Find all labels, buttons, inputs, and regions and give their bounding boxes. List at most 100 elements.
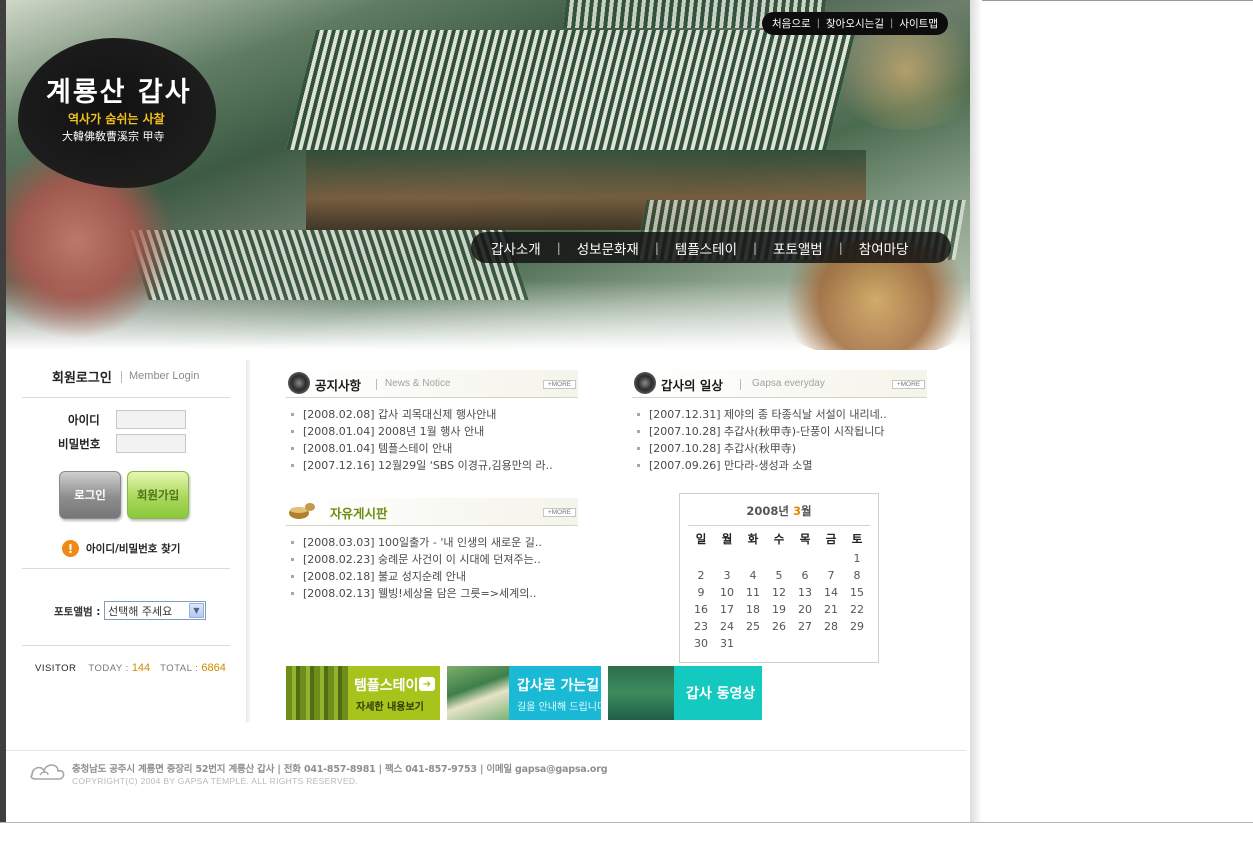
- calendar-day[interactable]: 6: [792, 567, 818, 584]
- separator: |: [556, 240, 561, 255]
- calendar-day[interactable]: 9: [688, 584, 714, 601]
- footer-email[interactable]: 이메일 gapsa@gapsa.org: [486, 764, 607, 775]
- list-item[interactable]: [2008.03.03] 100일출가 - '내 인생의 새로운 길..: [286, 534, 578, 551]
- directions-banner-sub: 길을 안내해 드립니다.: [517, 702, 601, 713]
- notice-more-button[interactable]: +MORE: [543, 380, 576, 389]
- photo-album-selected: 선택해 주세요: [108, 604, 173, 618]
- divider: [22, 568, 230, 569]
- list-item[interactable]: [2008.02.08] 갑사 괴목대신제 행사안내: [286, 406, 578, 423]
- id-input[interactable]: [116, 410, 186, 429]
- calendar-day[interactable]: 27: [792, 618, 818, 635]
- join-button[interactable]: 회원가입: [127, 471, 189, 519]
- logo-title[interactable]: 계룡산 갑사: [46, 70, 192, 109]
- list-item[interactable]: [2008.02.18] 불교 성지순례 안내: [286, 568, 578, 585]
- calendar-day[interactable]: 18: [740, 601, 766, 618]
- daily-title[interactable]: 갑사의 일상: [661, 375, 723, 394]
- util-link-directions[interactable]: 찾아오시는길: [826, 16, 884, 31]
- daily-title-en: Gapsa everyday: [752, 378, 825, 389]
- photo-album-select[interactable]: 선택해 주세요 ▼: [104, 601, 206, 620]
- list-item[interactable]: [2008.02.23] 숭례문 사건이 이 시대에 던져주는..: [286, 551, 578, 568]
- video-banner[interactable]: 갑사 동영상: [608, 666, 762, 720]
- calendar-day[interactable]: 5: [766, 567, 792, 584]
- footer-fax: 팩스 041-857-9753: [385, 764, 477, 775]
- calendar-day[interactable]: 30: [688, 635, 714, 652]
- list-item[interactable]: [2007.12.31] 제야의 종 타종식날 서설이 내리네..: [632, 406, 927, 423]
- list-item[interactable]: [2008.01.04] 템플스테이 안내: [286, 440, 578, 457]
- calendar-day[interactable]: 16: [688, 601, 714, 618]
- notice-board: 공지사항 News & Notice +MORE [2008.02.08] 갑사…: [286, 370, 578, 474]
- calendar-day[interactable]: 17: [714, 601, 740, 618]
- directions-banner[interactable]: 갑사로 가는길 길을 안내해 드립니다.: [447, 666, 601, 720]
- daily-list: [2007.12.31] 제야의 종 타종식날 서설이 내리네.. [2007.…: [632, 406, 927, 474]
- free-board-more-button[interactable]: +MORE: [543, 508, 576, 517]
- calendar-day[interactable]: 14: [818, 584, 844, 601]
- nav-item-photo-album[interactable]: 포토앨범: [773, 238, 823, 258]
- calendar-day[interactable]: 11: [740, 584, 766, 601]
- calendar-day[interactable]: 24: [714, 618, 740, 635]
- calendar-day[interactable]: 1: [844, 550, 870, 567]
- tea-cup-icon: [289, 503, 315, 519]
- calendar-month: 3: [793, 504, 802, 518]
- util-link-home[interactable]: 처음으로: [772, 16, 811, 31]
- notice-title[interactable]: 공지사항: [315, 375, 361, 394]
- calendar-day[interactable]: 13: [792, 584, 818, 601]
- list-item[interactable]: [2007.10.28] 추갑사(秋甲寺)-단풍이 시작됩니다: [632, 423, 927, 440]
- calendar-day[interactable]: 28: [818, 618, 844, 635]
- calendar-day[interactable]: 12: [766, 584, 792, 601]
- calendar-day[interactable]: 2: [688, 567, 714, 584]
- calendar-weekday: 토: [851, 532, 863, 546]
- calendar-day[interactable]: 23: [688, 618, 714, 635]
- list-item[interactable]: [2008.01.04] 2008년 1월 행사 안내: [286, 423, 578, 440]
- footer-divider: [6, 750, 966, 751]
- calendar-day[interactable]: 19: [766, 601, 792, 618]
- find-account-label: 아이디/비밀번호 찾기: [86, 543, 181, 555]
- divider: [376, 379, 377, 390]
- free-board: 자유게시판 +MORE [2008.03.03] 100일출가 - '내 인생의…: [286, 498, 578, 602]
- nav-item-intro[interactable]: 갑사소개: [491, 238, 541, 258]
- divider: [22, 645, 230, 646]
- nav-item-templestay[interactable]: 템플스테이: [675, 238, 737, 258]
- calendar-day[interactable]: 21: [818, 601, 844, 618]
- calendar-day[interactable]: 8: [844, 567, 870, 584]
- left-column: 회원로그인 Member Login 아이디 비밀번호 로그인 회원가입 ! 아…: [22, 355, 248, 723]
- login-button[interactable]: 로그인: [59, 471, 121, 519]
- top-line: [982, 0, 1253, 1]
- page: 계룡산 갑사 역사가 숨쉬는 사찰 大韓佛敎曹溪宗 甲寺 처음으로 | 찾아오시…: [0, 0, 1253, 849]
- calendar-day[interactable]: 15: [844, 584, 870, 601]
- calendar-weekday: 월: [721, 532, 733, 546]
- calendar-day[interactable]: 7: [818, 567, 844, 584]
- calendar-day[interactable]: 26: [766, 618, 792, 635]
- list-item[interactable]: [2008.02.13] 웰빙!세상을 담은 그릇=>세계의..: [286, 585, 578, 602]
- calendar-empty-cell: [818, 550, 844, 567]
- calendar: 2008년 3월 일 월 화 수 목 금 토 1 2 3 4 5 6 7 8 9 10 11 12 13 14 15 16 1…: [679, 493, 879, 663]
- password-input[interactable]: [116, 434, 186, 453]
- calendar-day[interactable]: 31: [714, 635, 740, 652]
- daily-more-button[interactable]: +MORE: [892, 380, 925, 389]
- calendar-day[interactable]: 29: [844, 618, 870, 635]
- templestay-banner[interactable]: 템플스테이 ➜ 자세한 내용보기: [286, 666, 440, 720]
- right-shadow: [970, 0, 982, 822]
- calendar-day[interactable]: 25: [740, 618, 766, 635]
- calendar-day[interactable]: 20: [792, 601, 818, 618]
- free-board-title[interactable]: 자유게시판: [330, 503, 388, 522]
- calendar-day[interactable]: 22: [844, 601, 870, 618]
- divider: [688, 525, 870, 526]
- divider: [121, 371, 122, 383]
- video-banner-title: 갑사 동영상: [686, 686, 756, 702]
- find-account-link[interactable]: ! 아이디/비밀번호 찾기: [62, 540, 180, 557]
- calendar-day[interactable]: 4: [740, 567, 766, 584]
- nav-item-community[interactable]: 참여마당: [859, 238, 909, 258]
- footer-address: 충청남도 공주시 계룡면 중장리 52번지 계룡산 갑사: [72, 764, 275, 775]
- list-item[interactable]: [2007.09.26] 만다라-생성과 소멸: [632, 457, 927, 474]
- list-item[interactable]: [2007.10.28] 추갑사(秋甲寺): [632, 440, 927, 457]
- util-link-sitemap[interactable]: 사이트맵: [899, 16, 938, 31]
- roof-decoration: [126, 230, 529, 300]
- calendar-day[interactable]: 10: [714, 584, 740, 601]
- calendar-weekday: 금: [825, 532, 837, 546]
- nav-item-heritage[interactable]: 성보문화재: [577, 238, 639, 258]
- roof-decoration: [286, 30, 856, 150]
- list-item[interactable]: [2007.12.16] 12월29일 'SBS 이경규,김용만의 라..: [286, 457, 578, 474]
- calendar-day[interactable]: 3: [714, 567, 740, 584]
- temple-photo: [608, 666, 674, 720]
- notice-title-en: News & Notice: [385, 378, 451, 389]
